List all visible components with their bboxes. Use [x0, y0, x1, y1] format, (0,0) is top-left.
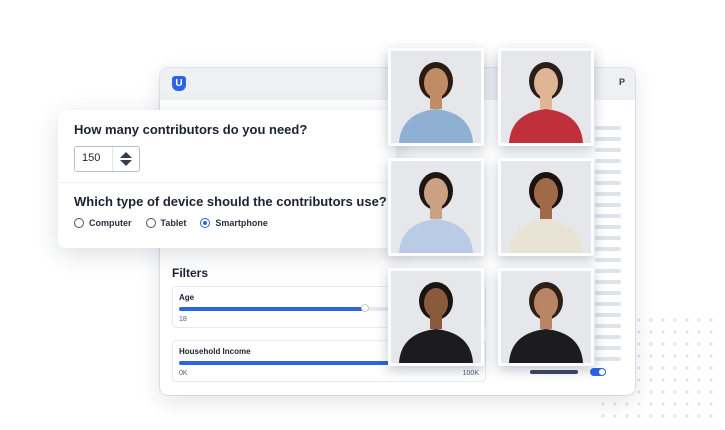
radio-tablet-label: Tablet — [160, 218, 187, 228]
radio-smartphone[interactable]: Smartphone — [200, 218, 268, 228]
contributor-photo-6 — [498, 268, 594, 366]
contributor-photo-4 — [498, 158, 594, 256]
filters-title: Filters — [172, 266, 209, 280]
toggle-switch[interactable] — [590, 368, 606, 376]
radio-smartphone-icon[interactable] — [200, 218, 211, 228]
device-options: Computer Tablet Smartphone — [74, 218, 268, 228]
radio-smartphone-label: Smartphone — [215, 218, 268, 228]
contributor-photo-5-image — [391, 271, 481, 363]
side-panel-lines — [595, 126, 621, 368]
app-logo[interactable]: U — [172, 76, 186, 91]
decrement-icon[interactable] — [120, 160, 132, 166]
user-avatar[interactable]: P — [619, 77, 625, 87]
stepper-arrows[interactable] — [112, 147, 139, 171]
filter-income-min: 0K — [179, 370, 188, 377]
age-slider-handle[interactable] — [361, 304, 369, 312]
contributor-photo-3 — [388, 158, 484, 256]
contributor-photo-6-image — [501, 271, 591, 363]
filter-income-label: Household Income — [179, 347, 251, 356]
radio-computer[interactable]: Computer — [74, 218, 132, 228]
contributor-photo-1-image — [391, 51, 481, 143]
contributor-photo-4-image — [501, 161, 591, 253]
contributors-stepper[interactable]: 150 — [74, 146, 140, 172]
radio-tablet[interactable]: Tablet — [145, 218, 187, 228]
age-slider-fill — [179, 307, 365, 311]
increment-icon[interactable] — [120, 152, 132, 158]
filter-age-min: 18 — [179, 316, 187, 323]
radio-tablet-icon[interactable] — [145, 218, 156, 228]
question-card: How many contributors do you need? 150 W… — [58, 110, 396, 248]
filter-age-label: Age — [179, 293, 195, 302]
contributor-photo-5 — [388, 268, 484, 366]
contributors-value[interactable]: 150 — [82, 152, 100, 164]
divider — [58, 182, 396, 183]
device-question: Which type of device should the contribu… — [74, 194, 387, 209]
contributor-photo-2-image — [501, 51, 591, 143]
contributor-photo-2 — [498, 48, 594, 146]
contributors-question: How many contributors do you need? — [74, 122, 308, 137]
contributor-photo-3-image — [391, 161, 481, 253]
radio-computer-label: Computer — [89, 218, 132, 228]
footer-bar — [530, 370, 578, 374]
filter-income-max: 100K — [462, 370, 479, 377]
contributor-photo-1 — [388, 48, 484, 146]
radio-computer-icon[interactable] — [74, 218, 84, 228]
